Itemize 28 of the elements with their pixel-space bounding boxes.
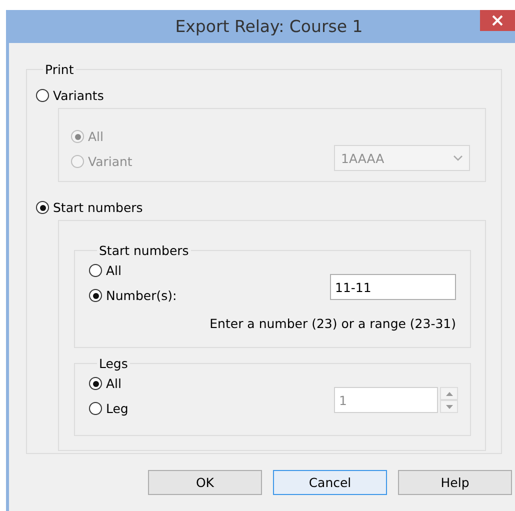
down-arrow-icon xyxy=(446,404,452,408)
group-label: Start numbers xyxy=(98,243,190,258)
group-label: Legs xyxy=(98,356,129,371)
radio-label[interactable]: Variants xyxy=(53,88,104,103)
up-arrow-icon xyxy=(446,392,452,396)
spin-up-button[interactable] xyxy=(440,387,458,400)
radio-label[interactable]: Leg xyxy=(106,401,128,416)
close-icon xyxy=(492,15,503,26)
radio-label[interactable]: Start numbers xyxy=(53,200,143,215)
numbers-field[interactable]: 11-11 xyxy=(330,274,456,300)
close-button[interactable] xyxy=(480,10,515,31)
window-title: Export Relay: Course 1 xyxy=(175,17,363,36)
group-label: Print xyxy=(44,62,75,77)
radio-label[interactable]: All xyxy=(106,263,122,278)
dialog-button[interactable]: Help xyxy=(398,470,512,495)
radio-button[interactable] xyxy=(89,264,102,277)
radio-label[interactable]: All xyxy=(106,376,122,391)
radio-button[interactable] xyxy=(36,89,49,102)
hint-text: Enter a number (23) or a range (23-31) xyxy=(208,316,456,331)
spin-down-button[interactable] xyxy=(440,400,458,413)
radio-button[interactable] xyxy=(36,201,49,214)
radio-button[interactable] xyxy=(89,377,102,390)
radio-button[interactable] xyxy=(89,289,102,302)
radio-button[interactable] xyxy=(89,402,102,415)
dialog-button[interactable]: OK xyxy=(148,470,262,495)
cancel-button[interactable]: Cancel xyxy=(273,470,387,495)
chevron-down-icon xyxy=(453,155,463,161)
radio-label[interactable]: Number(s): xyxy=(106,288,177,303)
